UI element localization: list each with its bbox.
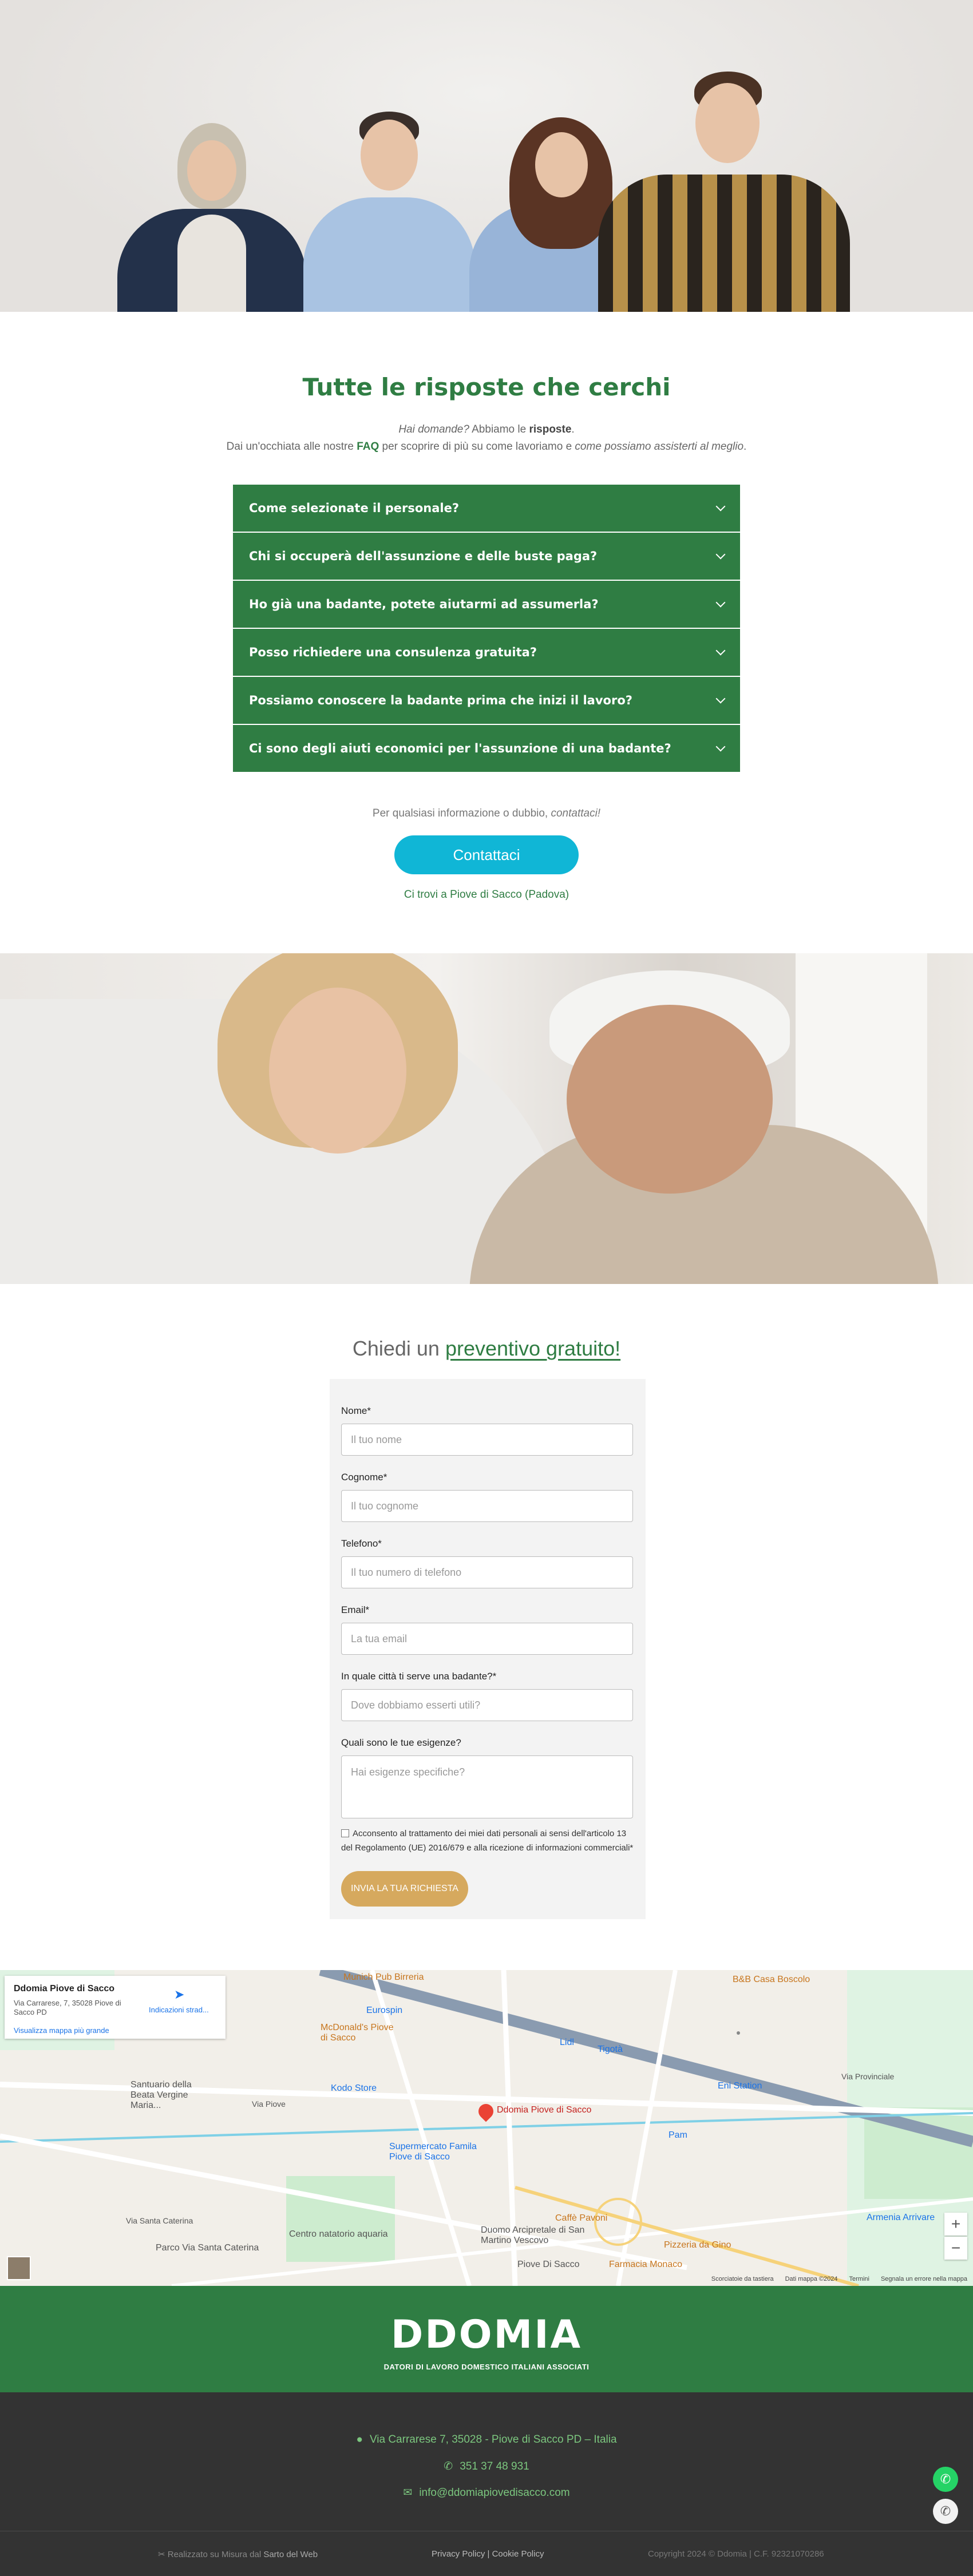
map-label: Centro natatorio aquaria xyxy=(289,2229,388,2239)
logo-tagline: DATORI DI LAVORO DOMESTICO ITALIANI ASSO… xyxy=(383,2363,590,2371)
map-label: Lidl xyxy=(560,2038,574,2047)
cognome-label: Cognome* xyxy=(341,1472,387,1483)
quote-form: Nome* Il tuo nome Cognome* Il tuo cognom… xyxy=(330,1379,646,1919)
faq-item[interactable]: Ci sono degli aiuti economici per l'assu… xyxy=(233,725,740,773)
map-label: Pam xyxy=(669,2130,687,2140)
legal-links: Privacy Policy | Cookie Policy xyxy=(432,2549,544,2559)
privacy-link[interactable]: Privacy Policy xyxy=(432,2549,485,2559)
larger-map-link[interactable]: Visualizza mappa più grande xyxy=(14,2026,109,2035)
zoom-out-button[interactable]: − xyxy=(944,2237,967,2260)
chevron-down-icon xyxy=(715,501,726,512)
map-label: Supermercato Famila Piove di Sacco xyxy=(389,2142,477,2162)
map-label: Eurospin xyxy=(366,2006,403,2015)
tailor-icon: ✂ xyxy=(158,2550,168,2559)
chevron-down-icon xyxy=(715,645,726,656)
map-label: Tigotà xyxy=(598,2044,623,2054)
telefono-input[interactable]: Il tuo numero di telefono xyxy=(341,1556,633,1588)
consent-checkbox[interactable] xyxy=(341,1829,349,1837)
quote-title: Chiedi un preventivo gratuito! xyxy=(352,1337,621,1360)
info-text: Per qualsiasi informazione o dubbio, con… xyxy=(372,807,601,819)
phone-icon: ✆ xyxy=(444,2460,453,2472)
mail-icon: ✉ xyxy=(403,2487,413,2499)
map-label: Via Santa Caterina xyxy=(126,2216,193,2225)
faq-item[interactable]: Posso richiedere una consulenza gratuita… xyxy=(233,629,740,677)
whatsapp-icon[interactable]: ✆ xyxy=(933,2467,958,2492)
contact-button[interactable]: Contattaci xyxy=(394,835,579,874)
map-attribution: Scorciatoie da tastiera Dati mappa ©2024… xyxy=(711,2276,967,2282)
chevron-down-icon xyxy=(715,693,726,704)
chevron-down-icon xyxy=(715,549,726,560)
citta-label: In quale città ti serve una badante?* xyxy=(341,1671,497,1682)
faq-title: Tutte le risposte che cerchi xyxy=(302,373,671,401)
brand-band: DDOMIA DATORI DI LAVORO DOMESTICO ITALIA… xyxy=(0,2286,973,2392)
map-label: Caffè Pavoni xyxy=(555,2213,608,2223)
map-pin-label: Ddomia Piove di Sacco xyxy=(497,2105,592,2115)
chevron-down-icon xyxy=(715,742,726,752)
place-name: Ddomia Piove di Sacco xyxy=(14,1984,115,1994)
map-label: B&B Casa Boscolo xyxy=(733,1975,810,1984)
faq-item[interactable]: Chi si occuperà dell'assunzione e delle … xyxy=(233,533,740,581)
footer-email[interactable]: ✉ info@ddomiapiovedisacco.com xyxy=(0,2486,973,2499)
nome-input[interactable]: Il tuo nome xyxy=(341,1424,633,1456)
map-label: Eni Station xyxy=(718,2081,762,2091)
map-label: Duomo Arcipretale di San Martino Vescovo xyxy=(481,2225,585,2245)
esigenze-textarea[interactable]: Hai esigenze specifiche? xyxy=(341,1755,633,1818)
email-label: Email* xyxy=(341,1604,370,1615)
map-label: Kodo Store xyxy=(331,2083,377,2093)
map-label: McDonald's Piove di Sacco xyxy=(321,2023,394,2043)
location-pin-icon: ● xyxy=(356,2434,363,2446)
contact-inline-link[interactable]: contattaci! xyxy=(551,807,600,819)
credit: ✂ Realizzato su Misura dal Sarto del Web xyxy=(158,2550,318,2559)
consent-text: Acconsento al trattamento dei miei dati … xyxy=(341,1829,634,1853)
directions-link[interactable]: Indicazioni strad... xyxy=(149,2006,209,2014)
map-data-text: Dati mappa ©2024 xyxy=(785,2276,838,2282)
copyright: Copyright 2024 © Ddomia | C.F. 923210702… xyxy=(648,2549,824,2559)
map-label: Munich Pub Birreria xyxy=(343,1972,424,1982)
email-input[interactable]: La tua email xyxy=(341,1623,633,1655)
cognome-input[interactable]: Il tuo cognome xyxy=(341,1490,633,1522)
keyboard-shortcuts-link[interactable]: Scorciatoie da tastiera xyxy=(711,2276,774,2282)
caregiver-photo xyxy=(0,953,973,1284)
map-label: Via Provinciale xyxy=(841,2072,895,2081)
nome-label: Nome* xyxy=(341,1405,371,1416)
terms-link[interactable]: Termini xyxy=(849,2276,869,2282)
citta-input[interactable]: Dove dobbiamo esserti utili? xyxy=(341,1689,633,1721)
faq-item[interactable]: Possiamo conoscere la badante prima che … xyxy=(233,677,740,725)
footer-address: ● Via Carrarese 7, 35028 - Piove di Sacco… xyxy=(356,2434,617,2446)
submit-button[interactable]: INVIA LA TUA RICHIESTA xyxy=(341,1871,468,1907)
faq-subtitle-line1: Hai domande? Abbiamo le risposte. xyxy=(398,423,575,435)
map-label: Pizzeria da Gino xyxy=(664,2240,731,2250)
place-address: Via Carrarese, 7, 35028 Piove di Sacco P… xyxy=(14,1999,121,2016)
credit-link[interactable]: Sarto del Web xyxy=(263,2550,318,2559)
ddomia-logo: DDOMIA xyxy=(390,2312,583,2357)
map-place-card: Ddomia Piove di Sacco Via Carrarese, 7, … xyxy=(5,1976,226,2039)
map-label: Via Piove xyxy=(252,2099,286,2109)
map-label: Santuario della Beata Vergine Maria... xyxy=(130,2080,192,2110)
map-label: Armenia Arrivare xyxy=(867,2213,935,2222)
cookie-link[interactable]: Cookie Policy xyxy=(492,2549,544,2559)
report-error-link[interactable]: Segnala un errore nella mappa xyxy=(881,2276,967,2282)
faq-link[interactable]: FAQ xyxy=(357,441,379,453)
telefono-label: Telefono* xyxy=(341,1538,382,1549)
google-map[interactable]: Munich Pub Birreria Eurospin McDonald's … xyxy=(0,1970,973,2286)
consent-row: Acconsento al trattamento dei miei dati … xyxy=(341,1826,639,1855)
satellite-toggle[interactable] xyxy=(7,2256,31,2280)
faq-item[interactable]: Come selezionate il personale? xyxy=(233,485,740,533)
phone-call-icon[interactable]: ✆ xyxy=(933,2499,958,2524)
faq-item[interactable]: Ho già una badante, potete aiutarmi ad a… xyxy=(233,581,740,629)
zoom-in-button[interactable]: + xyxy=(944,2213,967,2236)
location-link[interactable]: Ci trovi a Piove di Sacco (Padova) xyxy=(0,889,973,901)
faq-accordion: Come selezionate il personale? Chi si oc… xyxy=(233,485,740,773)
footer-phone[interactable]: ✆ 351 37 48 931 xyxy=(0,2460,973,2473)
chevron-down-icon xyxy=(715,597,726,608)
map-label: Farmacia Monaco xyxy=(609,2260,683,2269)
esigenze-label: Quali sono le tue esigenze? xyxy=(341,1737,461,1748)
map-label: Parco Via Santa Caterina xyxy=(156,2243,259,2253)
map-label: Piove Di Sacco xyxy=(517,2260,580,2269)
directions-icon[interactable]: ➤ xyxy=(174,1987,184,2002)
hero-team-photo xyxy=(0,0,973,312)
footer: ● Via Carrarese 7, 35028 - Piove di Sacco… xyxy=(0,2392,973,2576)
faq-subtitle-line2: Dai un'occhiata alle nostre FAQ per scop… xyxy=(226,441,747,453)
